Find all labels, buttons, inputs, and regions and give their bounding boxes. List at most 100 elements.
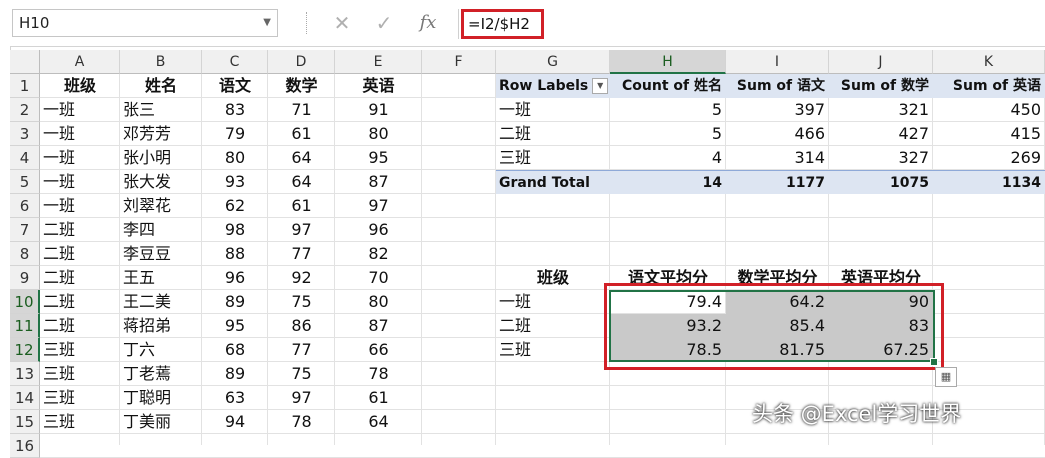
table-cell[interactable]: 一班 — [40, 146, 120, 170]
table-header-cell[interactable]: 英语 — [335, 74, 422, 98]
pivot-cell[interactable]: 5 — [610, 122, 726, 146]
table-cell[interactable]: 97 — [335, 194, 422, 218]
row-header-12[interactable]: 12 — [10, 338, 40, 362]
insert-function-icon[interactable]: fx — [414, 9, 442, 37]
table-cell[interactable]: 一班 — [40, 194, 120, 218]
table-header-cell[interactable]: 语文 — [202, 74, 268, 98]
table-cell[interactable]: 70 — [335, 266, 422, 290]
table-cell[interactable]: 80 — [335, 122, 422, 146]
pivot-total-cell[interactable]: Grand Total — [496, 170, 610, 194]
avg-header-cell[interactable]: 班级 — [496, 266, 610, 290]
table-cell[interactable]: 68 — [202, 338, 268, 362]
table-cell[interactable]: 96 — [335, 218, 422, 242]
row-header-9[interactable]: 9 — [10, 266, 40, 290]
table-cell[interactable]: 95 — [335, 146, 422, 170]
table-cell[interactable]: 86 — [268, 314, 335, 338]
column-header-a[interactable]: A — [40, 50, 120, 74]
table-cell[interactable]: 三班 — [40, 386, 120, 410]
name-box[interactable]: H10 ▼ — [12, 9, 278, 37]
table-cell[interactable]: 张大发 — [120, 170, 202, 194]
column-header-i[interactable]: I — [726, 50, 829, 74]
pivot-header-cell[interactable]: Sum of 语文 — [726, 74, 829, 98]
pivot-cell[interactable]: 5 — [610, 98, 726, 122]
table-cell[interactable]: 78 — [335, 362, 422, 386]
formula-input[interactable]: =I2/$H2 — [461, 9, 544, 39]
table-cell[interactable]: 89 — [202, 362, 268, 386]
column-header-c[interactable]: C — [202, 50, 268, 74]
table-cell[interactable]: 三班 — [40, 338, 120, 362]
table-cell[interactable]: 二班 — [40, 266, 120, 290]
row-header-13[interactable]: 13 — [10, 362, 40, 386]
quick-analysis-icon[interactable]: ▦ — [935, 367, 957, 387]
table-cell[interactable]: 91 — [335, 98, 422, 122]
table-cell[interactable]: 77 — [268, 242, 335, 266]
table-cell[interactable]: 二班 — [40, 218, 120, 242]
pivot-cell[interactable]: 314 — [726, 146, 829, 170]
column-header-j[interactable]: J — [829, 50, 933, 74]
table-cell[interactable]: 蒋招弟 — [120, 314, 202, 338]
table-cell[interactable]: 87 — [335, 314, 422, 338]
pivot-total-cell[interactable]: 1134 — [933, 170, 1045, 194]
table-cell[interactable]: 丁老蔫 — [120, 362, 202, 386]
name-box-dropdown-icon[interactable]: ▼ — [263, 10, 271, 36]
select-all-corner[interactable] — [10, 50, 40, 74]
avg-cell[interactable]: 一班 — [496, 290, 610, 314]
table-cell[interactable]: 97 — [268, 386, 335, 410]
table-header-cell[interactable]: 班级 — [40, 74, 120, 98]
table-cell[interactable]: 75 — [268, 362, 335, 386]
table-cell[interactable]: 83 — [202, 98, 268, 122]
table-cell[interactable]: 二班 — [40, 290, 120, 314]
table-cell[interactable]: 82 — [335, 242, 422, 266]
table-cell[interactable]: 61 — [268, 122, 335, 146]
table-cell[interactable]: 63 — [202, 386, 268, 410]
table-cell[interactable]: 61 — [335, 386, 422, 410]
pivot-cell[interactable]: 4 — [610, 146, 726, 170]
row-header-11[interactable]: 11 — [10, 314, 40, 338]
row-header-15[interactable]: 15 — [10, 410, 40, 434]
table-header-cell[interactable]: 数学 — [268, 74, 335, 98]
column-header-e[interactable]: E — [335, 50, 422, 74]
table-cell[interactable]: 94 — [202, 410, 268, 434]
row-header-1[interactable]: 1 — [10, 74, 40, 98]
table-cell[interactable]: 三班 — [40, 362, 120, 386]
table-cell[interactable]: 95 — [202, 314, 268, 338]
table-cell[interactable]: 79 — [202, 122, 268, 146]
row-header-14[interactable]: 14 — [10, 386, 40, 410]
table-cell[interactable]: 92 — [268, 266, 335, 290]
formula-input-area[interactable] — [458, 9, 1045, 39]
cancel-icon[interactable]: ✕ — [328, 9, 356, 37]
pivot-cell[interactable]: 466 — [726, 122, 829, 146]
pivot-total-cell[interactable]: 14 — [610, 170, 726, 194]
avg-cell[interactable]: 三班 — [496, 338, 610, 362]
row-header-5[interactable]: 5 — [10, 170, 40, 194]
table-cell[interactable]: 刘翠花 — [120, 194, 202, 218]
avg-cell[interactable]: 二班 — [496, 314, 610, 338]
table-header-cell[interactable]: 姓名 — [120, 74, 202, 98]
column-header-f[interactable]: F — [422, 50, 496, 74]
table-cell[interactable]: 62 — [202, 194, 268, 218]
enter-icon[interactable]: ✓ — [370, 9, 398, 37]
table-cell[interactable]: 93 — [202, 170, 268, 194]
table-cell[interactable]: 78 — [268, 410, 335, 434]
table-cell[interactable]: 邓芳芳 — [120, 122, 202, 146]
row-header-10[interactable]: 10 — [10, 290, 40, 314]
table-cell[interactable]: 李豆豆 — [120, 242, 202, 266]
table-cell[interactable]: 64 — [268, 146, 335, 170]
table-cell[interactable]: 80 — [202, 146, 268, 170]
table-cell[interactable]: 80 — [335, 290, 422, 314]
pivot-cell[interactable]: 321 — [829, 98, 933, 122]
pivot-cell[interactable]: 269 — [933, 146, 1045, 170]
column-header-g[interactable]: G — [496, 50, 610, 74]
pivot-cell[interactable]: 427 — [829, 122, 933, 146]
table-cell[interactable]: 一班 — [40, 122, 120, 146]
table-cell[interactable]: 97 — [268, 218, 335, 242]
filter-dropdown-icon[interactable]: ▼ — [592, 78, 609, 94]
table-cell[interactable]: 71 — [268, 98, 335, 122]
table-cell[interactable]: 77 — [268, 338, 335, 362]
table-cell[interactable]: 三班 — [40, 410, 120, 434]
row-header-3[interactable]: 3 — [10, 122, 40, 146]
pivot-header-cell[interactable]: Row Labels ▼ — [496, 74, 610, 98]
table-cell[interactable]: 96 — [202, 266, 268, 290]
column-header-h[interactable]: H — [610, 50, 726, 74]
table-cell[interactable]: 61 — [268, 194, 335, 218]
